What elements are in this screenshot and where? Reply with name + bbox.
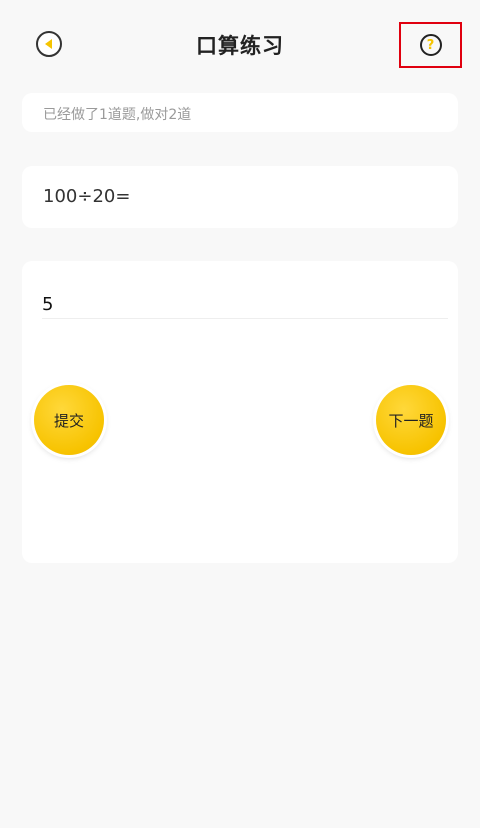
question-expression: 100÷20= xyxy=(43,186,131,207)
question-card: 100÷20= xyxy=(22,166,458,228)
question-circle-icon: ? xyxy=(419,34,442,56)
submit-button[interactable]: 提交 xyxy=(34,385,104,455)
next-question-button[interactable]: 下一题 xyxy=(376,385,446,455)
header-bar: 口算练习 ? xyxy=(0,0,480,92)
answer-input[interactable] xyxy=(42,291,448,319)
help-button[interactable]: ? xyxy=(399,22,462,68)
app-root: 口算练习 ? 已经做了1道题,做对2道 100÷20= 提交 下一题 xyxy=(0,0,480,828)
progress-card: 已经做了1道题,做对2道 xyxy=(22,93,458,132)
progress-text: 已经做了1道题,做对2道 xyxy=(43,107,192,123)
